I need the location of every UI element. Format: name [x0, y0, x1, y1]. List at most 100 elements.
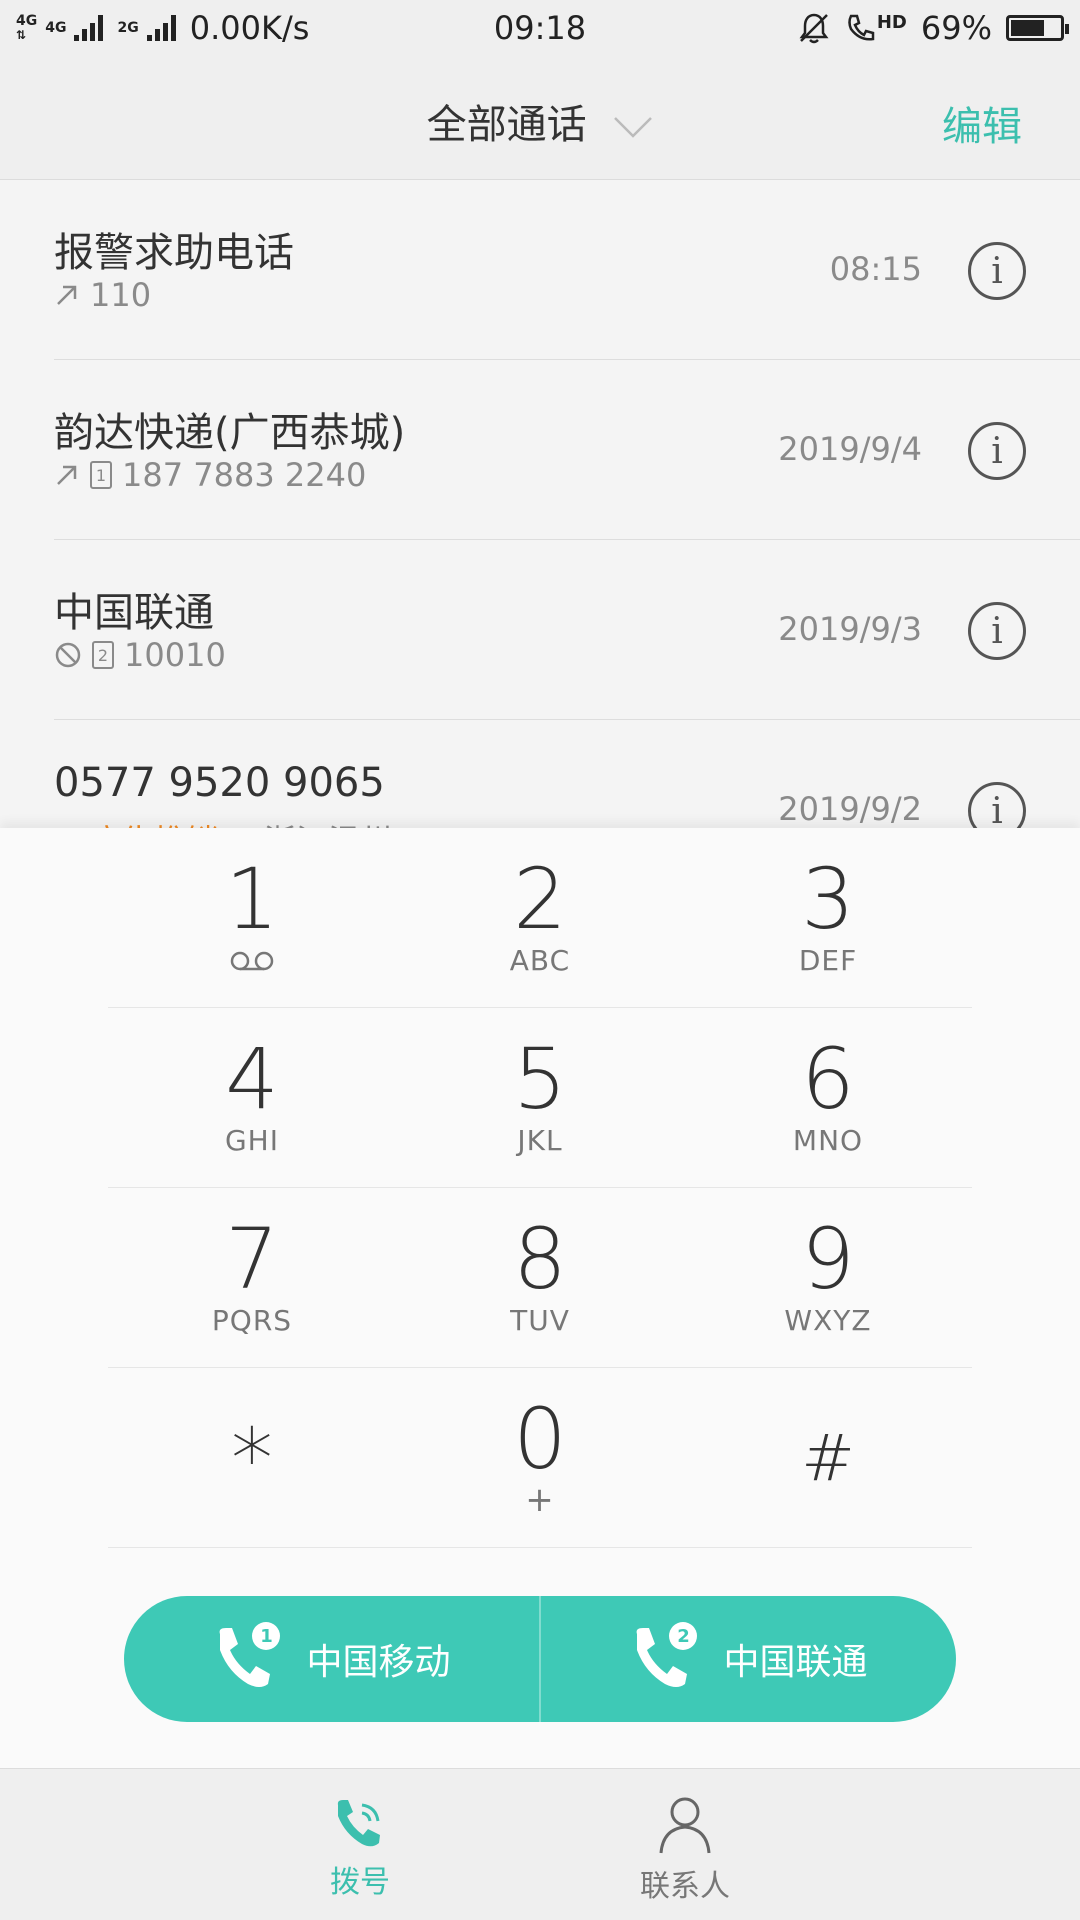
key-digit: 9: [801, 1210, 855, 1308]
sim-badge: 1: [252, 1622, 281, 1650]
spam-tag: 广告推销: [90, 816, 218, 828]
sim-card-icon: 1: [90, 461, 112, 489]
phone-number: 10010: [124, 636, 226, 674]
key-digit: 2: [513, 850, 567, 948]
dial-key-0[interactable]: 0 +: [396, 1368, 684, 1547]
person-icon: [659, 1797, 711, 1854]
phone-number: 110: [90, 276, 152, 314]
edit-button[interactable]: 编辑: [942, 94, 1022, 152]
key-digit: 4: [225, 1030, 279, 1128]
network-type-label: 4G: [45, 20, 67, 36]
key-letters: DEF: [798, 944, 858, 977]
network-indicator-3: 2G: [117, 21, 138, 35]
outgoing-call-icon: [57, 465, 77, 485]
contact-name: 中国联通: [54, 590, 214, 636]
dial-phone-icon: [337, 1800, 380, 1847]
dial-key-hash[interactable]: #: [684, 1368, 972, 1547]
caller-location: 浙江温州: [264, 816, 392, 828]
dialpad-row: * 0 + #: [108, 1368, 972, 1548]
dial-key-6[interactable]: 6 MNO: [684, 1008, 972, 1187]
phone-icon: 2: [629, 1622, 698, 1694]
key-letters: ABC: [509, 944, 571, 977]
contact-name: 韵达快递(广西恭城): [54, 410, 406, 456]
hd-call-icon: [848, 14, 875, 41]
call-log-list[interactable]: 报警求助电话 110 08:15 i 韵达快递(广西恭城) 1 187 7883…: [0, 180, 1080, 828]
blocked-call-icon: [55, 642, 81, 668]
battery-fill: [1011, 20, 1045, 36]
key-letters: GHI: [224, 1124, 279, 1157]
call-log-row[interactable]: 中国联通 2 10010 2019/9/3 i: [54, 540, 1080, 720]
network-type-label: 4G: [16, 13, 38, 29]
dial-key-2[interactable]: 2 ABC: [396, 828, 684, 1007]
dial-key-3[interactable]: 3 DEF: [684, 828, 972, 1007]
contact-name: 报警求助电话: [54, 230, 294, 276]
call-details: 110: [54, 276, 151, 314]
status-right: HD 69%: [797, 9, 1069, 47]
dial-key-7[interactable]: 7 PQRS: [108, 1188, 396, 1367]
status-bar: 4G ⇅ 4G 2G 0.00K/s 09:18 HD 69%: [0, 0, 1080, 56]
bottom-nav: 拨号 联系人: [0, 1768, 1080, 1920]
key-letters: MNO: [792, 1124, 864, 1157]
key-digit: 0: [513, 1390, 567, 1488]
nav-contacts-tab[interactable]: 联系人: [640, 1795, 730, 1905]
call-time: 08:15: [829, 250, 922, 288]
dialpad: 1 2 ABC 3 DEF 4 GHI 5 JKL 6 MNO 7 PQRS 8…: [0, 828, 1080, 1768]
key-letters: +: [525, 1480, 555, 1520]
network-indicator-2: 4G: [45, 21, 66, 35]
key-letters: TUV: [510, 1304, 570, 1337]
outgoing-call-icon: [57, 285, 77, 305]
call-log-row[interactable]: 0577 9520 9065 广告推销 浙江温州 2019/9/2 i: [54, 720, 1080, 828]
call-time: 2019/9/4: [778, 430, 922, 468]
info-icon[interactable]: i: [968, 782, 1026, 828]
data-arrows-icon: ⇅: [16, 28, 27, 42]
call-time: 2019/9/2: [778, 790, 922, 828]
dial-key-4[interactable]: 4 GHI: [108, 1008, 396, 1187]
dial-key-8[interactable]: 8 TUV: [396, 1188, 684, 1367]
dial-key-9[interactable]: 9 WXYZ: [684, 1188, 972, 1367]
nav-dial-tab[interactable]: 拨号: [330, 1795, 390, 1901]
phone-icon: 1: [212, 1622, 281, 1694]
network-type-label: 2G: [117, 20, 139, 36]
dial-key-star[interactable]: *: [108, 1368, 396, 1547]
call-log-row[interactable]: 韵达快递(广西恭城) 1 187 7883 2240 2019/9/4 i: [54, 360, 1080, 540]
call-details: 2 10010: [54, 636, 226, 674]
signal-strength-icon: [74, 15, 104, 41]
contact-name: 0577 9520 9065: [54, 760, 385, 806]
dialpad-grid: 1 2 ABC 3 DEF 4 GHI 5 JKL 6 MNO 7 PQRS 8…: [108, 828, 972, 1548]
nav-label: 拨号: [330, 1865, 390, 1900]
dial-key-5[interactable]: 5 JKL: [396, 1008, 684, 1187]
sim-badge: 2: [669, 1622, 698, 1650]
key-digit: 3: [801, 850, 855, 948]
sim-card-icon: 2: [92, 641, 114, 669]
battery-icon: [1006, 15, 1069, 41]
dialpad-row: 4 GHI 5 JKL 6 MNO: [108, 1008, 972, 1188]
call-sim2-button[interactable]: 2 中国联通: [539, 1596, 956, 1722]
info-icon[interactable]: i: [968, 242, 1026, 300]
info-icon[interactable]: i: [968, 602, 1026, 660]
phone-number: 187 7883 2240: [122, 456, 367, 494]
call-details: 广告推销 浙江温州: [54, 816, 392, 828]
key-digit: 1: [225, 850, 279, 948]
call-sim1-button[interactable]: 1 中国移动: [124, 1596, 539, 1722]
network-speed: 0.00K/s: [189, 9, 310, 47]
call-log-row[interactable]: 报警求助电话 110 08:15 i: [54, 180, 1080, 360]
dialpad-row: 1 2 ABC 3 DEF: [108, 828, 972, 1008]
chevron-down-icon: [614, 117, 653, 138]
bell-muted-icon: [799, 13, 829, 44]
hd-label: HD: [876, 12, 907, 33]
nav-label: 联系人: [640, 1869, 730, 1904]
call-filter-dropdown[interactable]: 全部通话: [0, 92, 1080, 150]
key-digit: #: [801, 1422, 855, 1496]
key-digit: 6: [801, 1030, 855, 1128]
dial-key-1[interactable]: 1: [108, 828, 396, 1007]
key-letters: WXYZ: [784, 1304, 872, 1337]
signal-strength-icon: [146, 15, 176, 41]
call-details: 1 187 7883 2240: [54, 456, 366, 494]
call-time: 2019/9/3: [778, 610, 922, 648]
info-icon[interactable]: i: [968, 422, 1026, 480]
page-title: 全部通话: [426, 102, 587, 148]
carrier-label: 中国移动: [306, 1642, 451, 1683]
battery-percent: 69%: [920, 9, 992, 47]
key-letters: PQRS: [211, 1304, 293, 1337]
status-left: 4G ⇅ 4G 2G 0.00K/s: [16, 9, 309, 47]
